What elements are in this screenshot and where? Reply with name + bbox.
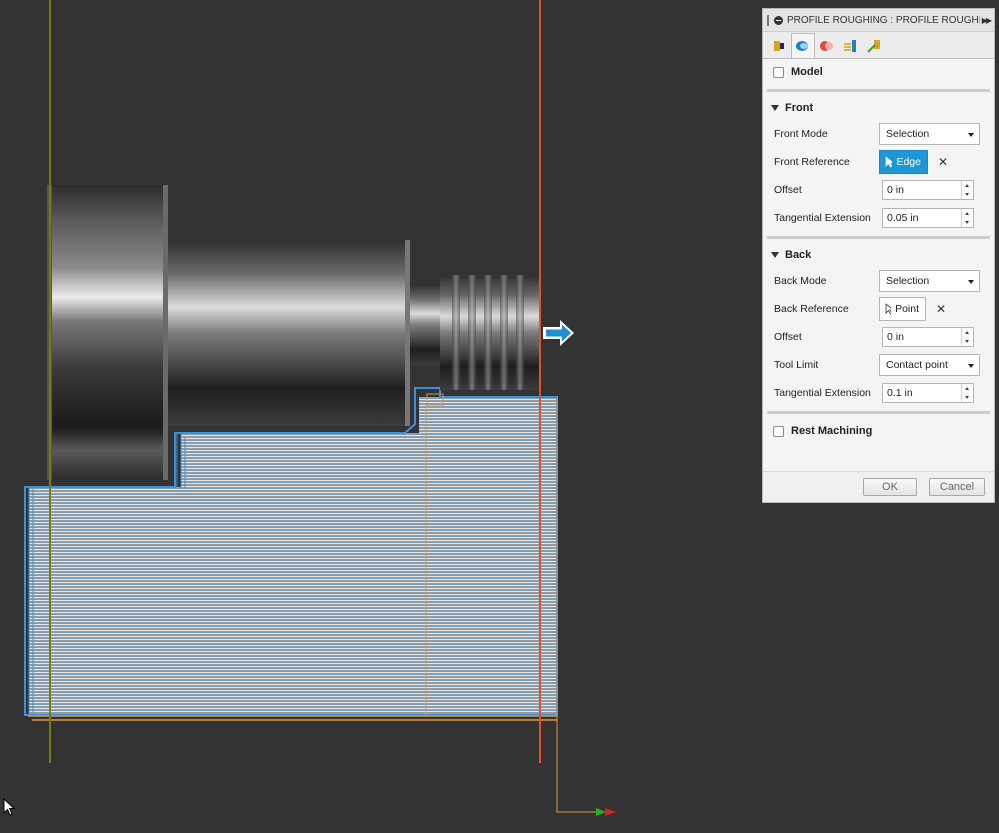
tab-linking[interactable] — [863, 34, 887, 58]
tab-tool[interactable] — [767, 34, 791, 58]
cancel-button[interactable]: Cancel — [929, 478, 985, 496]
rest-machining-row[interactable]: Rest Machining — [763, 418, 994, 444]
back-reference-row: Back Reference Point ✕ — [763, 295, 994, 323]
front-mode-select[interactable]: Selection — [879, 123, 980, 145]
back-tangential-input[interactable]: 0.1 in — [882, 383, 974, 403]
profile-roughing-dialog: PROFILE ROUGHING : PROFILE ROUGHING1 ▶▶ … — [762, 8, 995, 503]
divider — [767, 411, 990, 414]
back-reference-label: Back Reference — [774, 303, 849, 315]
front-tangential-label: Tangential Extension — [774, 212, 871, 224]
back-offset-input[interactable]: 0 in — [882, 327, 974, 347]
radii-tab-icon — [820, 41, 833, 51]
dialog-title: PROFILE ROUGHING : PROFILE ROUGHING1 — [787, 14, 980, 26]
front-offset-row: Offset 0 in — [763, 176, 994, 204]
spinner-icon[interactable] — [961, 181, 973, 199]
spinner-icon[interactable] — [961, 209, 973, 227]
front-reference-value: Edge — [896, 156, 921, 168]
tool-tab-icon — [774, 41, 784, 51]
tool-limit-row: Tool Limit Contact point — [763, 351, 994, 379]
collapse-triangle-icon[interactable] — [771, 105, 779, 111]
back-offset-row: Offset 0 in — [763, 323, 994, 351]
pointer-icon — [885, 303, 892, 315]
tool-limit-value: Contact point — [886, 359, 948, 371]
back-mode-value: Selection — [886, 275, 930, 287]
front-mode-row: Front Mode Selection — [763, 120, 994, 148]
front-offset-label: Offset — [774, 184, 802, 196]
rest-machining-checkbox[interactable] — [773, 425, 784, 437]
front-reference-button[interactable]: Edge — [879, 150, 928, 174]
expand-icon[interactable]: ▶▶ — [982, 16, 992, 25]
front-reference-row: Front Reference Edge ✕ — [763, 148, 994, 176]
back-offset-label: Offset — [774, 331, 802, 343]
front-mode-value: Selection — [886, 128, 930, 140]
tab-radii[interactable] — [815, 34, 839, 58]
collapse-triangle-icon[interactable] — [771, 252, 779, 258]
back-reference-button[interactable]: Point — [879, 297, 926, 321]
front-tangential-row: Tangential Extension 0.05 in — [763, 204, 994, 232]
divider — [767, 236, 990, 239]
front-offset-value: 0 in — [887, 184, 904, 196]
back-mode-label: Back Mode — [774, 275, 827, 287]
front-tangential-value: 0.05 in — [887, 212, 919, 224]
back-tangential-label: Tangential Extension — [774, 387, 871, 399]
front-offset-input[interactable]: 0 in — [882, 180, 974, 200]
front-heading: Front — [785, 102, 814, 114]
divider — [767, 89, 990, 92]
direction-arrow-icon[interactable] — [543, 320, 574, 346]
tab-geometry[interactable] — [791, 33, 815, 58]
dialog-footer: OK Cancel — [763, 471, 994, 502]
dialog-tabs — [763, 32, 994, 59]
back-offset-value: 0 in — [887, 331, 904, 343]
spinner-icon[interactable] — [961, 384, 973, 402]
ok-button[interactable]: OK — [863, 478, 917, 496]
model-label: Model — [791, 66, 823, 78]
passes-tab-icon — [844, 40, 856, 52]
spinner-icon[interactable] — [961, 328, 973, 346]
linking-tab-icon — [867, 40, 880, 53]
front-tangential-input[interactable]: 0.05 in — [882, 208, 974, 228]
tab-passes[interactable] — [839, 34, 863, 58]
rest-machining-label: Rest Machining — [791, 425, 873, 437]
tool-limit-label: Tool Limit — [774, 359, 819, 371]
pointer-icon — [885, 156, 893, 168]
back-tangential-value: 0.1 in — [887, 387, 913, 399]
back-tangential-row: Tangential Extension 0.1 in — [763, 379, 994, 407]
front-group-header[interactable]: Front — [763, 96, 994, 120]
back-group-header[interactable]: Back — [763, 243, 994, 267]
back-heading: Back — [785, 249, 812, 261]
mouse-cursor-icon — [3, 798, 16, 816]
front-mode-label: Front Mode — [774, 128, 828, 140]
geometry-tab-icon — [796, 41, 808, 51]
dialog-titlebar[interactable]: PROFILE ROUGHING : PROFILE ROUGHING1 ▶▶ — [763, 9, 994, 32]
tool-limit-select[interactable]: Contact point — [879, 354, 980, 376]
drag-grip-icon[interactable] — [767, 14, 769, 26]
back-reference-value: Point — [895, 303, 919, 315]
model-checkbox[interactable] — [773, 66, 784, 78]
front-reference-label: Front Reference — [774, 156, 850, 168]
clear-front-reference-icon[interactable]: ✕ — [938, 155, 948, 169]
back-mode-select[interactable]: Selection — [879, 270, 980, 292]
model-checkbox-row[interactable]: Model — [763, 59, 994, 85]
clear-back-reference-icon[interactable]: ✕ — [936, 302, 946, 316]
stop-icon — [774, 15, 783, 25]
back-mode-row: Back Mode Selection — [763, 267, 994, 295]
